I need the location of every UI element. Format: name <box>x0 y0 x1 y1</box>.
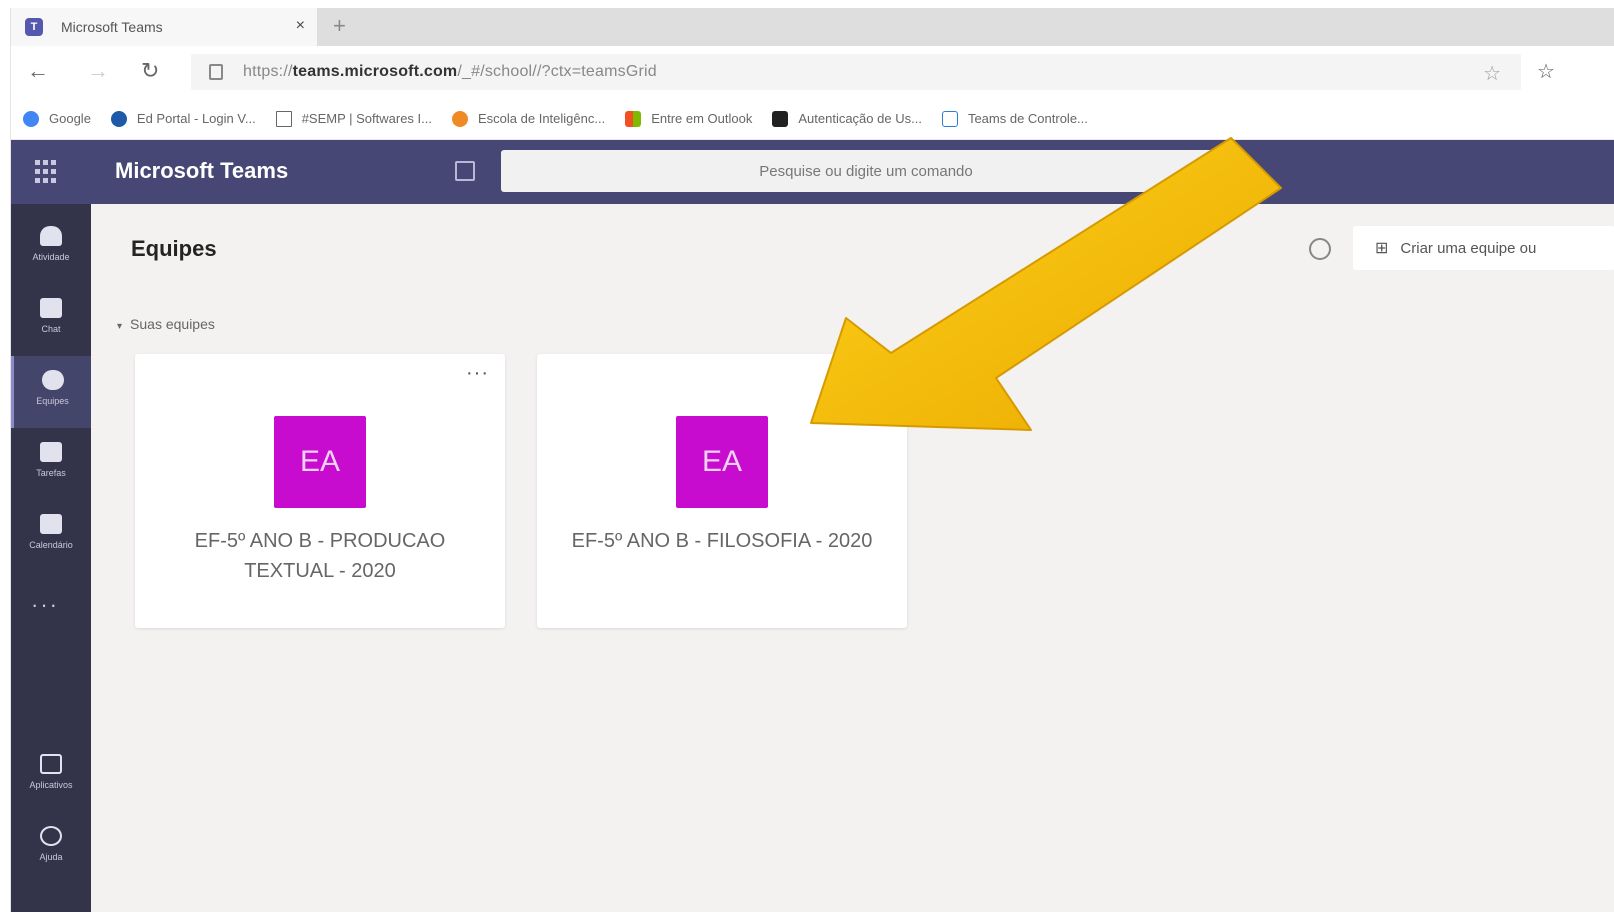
star-icon[interactable]: ☆ <box>1483 61 1501 86</box>
annotation-arrow-icon <box>810 137 1282 431</box>
close-icon[interactable]: × <box>296 17 305 35</box>
microsoft-icon <box>625 110 642 127</box>
page-icon <box>275 110 292 127</box>
portal-icon <box>110 110 127 127</box>
team-card[interactable]: ··· EA EF-5º ANO B - PRODUCAO TEXTUAL - … <box>135 354 505 628</box>
screenshot-frame: T Microsoft Teams × + ← → ↻ https://team… <box>10 8 1614 912</box>
section-your-teams[interactable]: ▾ Suas equipes <box>117 316 215 332</box>
bookmark-escola[interactable]: Escola de Inteligênc... <box>452 110 605 127</box>
more-options-icon[interactable]: ··· <box>466 362 489 385</box>
rail-item-apps[interactable]: Aplicativos <box>11 740 91 812</box>
lock-icon <box>209 64 223 80</box>
new-chat-icon[interactable] <box>455 161 475 181</box>
caret-down-icon: ▾ <box>117 321 123 332</box>
team-avatar: EA <box>274 416 366 508</box>
bookmark-ed-portal[interactable]: Ed Portal - Login V... <box>110 110 256 127</box>
settings-icon[interactable] <box>1309 238 1331 260</box>
bookmark-google[interactable]: Google <box>23 110 91 127</box>
address-bar: ← → ↻ https://teams.microsoft.com/_#/sch… <box>11 46 1614 98</box>
team-name: EF-5º ANO B - FILOSOFIA - 2020 <box>571 530 873 552</box>
teams-icon <box>41 370 64 390</box>
bookmark-outlook[interactable]: Entre em Outlook <box>625 110 752 127</box>
url-input[interactable]: https://teams.microsoft.com/_#/school//?… <box>191 54 1521 90</box>
teams-page-icon <box>941 110 958 127</box>
create-team-button[interactable]: ⊞ Criar uma equipe ou <box>1353 226 1614 270</box>
bookmark-semp[interactable]: #SEMP | Softwares I... <box>275 110 432 127</box>
apps-icon <box>40 754 62 774</box>
auth-icon <box>772 110 789 127</box>
team-avatar: EA <box>676 416 768 508</box>
left-rail: Atividade Chat Equipes Tarefas Calendári… <box>11 204 91 912</box>
add-team-icon: ⊞ <box>1375 240 1389 257</box>
app-launcher-icon[interactable] <box>35 160 59 184</box>
forward-arrow-icon[interactable]: → <box>87 58 109 84</box>
rail-item-help[interactable]: Ajuda <box>11 812 91 884</box>
back-arrow-icon[interactable]: ← <box>27 58 49 84</box>
favorites-icon[interactable]: ☆ <box>1537 59 1555 84</box>
help-icon <box>40 826 62 846</box>
tab-title: Microsoft Teams <box>61 19 163 35</box>
rail-item-activity[interactable]: Atividade <box>11 212 91 284</box>
google-icon <box>23 110 39 127</box>
more-apps-icon[interactable]: ··· <box>31 592 59 618</box>
teams-favicon-icon: T <box>25 18 43 36</box>
bookmark-autenticacao[interactable]: Autenticação de Us... <box>772 110 922 127</box>
page-title: Equipes <box>131 236 217 261</box>
rail-item-teams[interactable]: Equipes <box>11 356 91 428</box>
rail-item-assignments[interactable]: Tarefas <box>11 428 91 500</box>
browser-tabstrip: T Microsoft Teams × + <box>11 8 1614 46</box>
new-tab-icon[interactable]: + <box>333 13 346 39</box>
rail-item-calendar[interactable]: Calendário <box>11 500 91 572</box>
calendar-icon <box>40 514 62 534</box>
orange-dot-icon <box>452 110 468 127</box>
url-text: https://teams.microsoft.com/_#/school//?… <box>243 63 657 80</box>
refresh-icon[interactable]: ↻ <box>141 58 159 84</box>
bookmark-teams-controle[interactable]: Teams de Controle... <box>941 110 1088 127</box>
team-name: EF-5º ANO B - PRODUCAO TEXTUAL - 2020 <box>194 530 446 582</box>
app-title: Microsoft Teams <box>115 158 289 183</box>
rail-item-chat[interactable]: Chat <box>11 284 91 356</box>
assignments-icon <box>40 442 62 462</box>
bell-icon <box>40 226 62 246</box>
chat-icon <box>40 298 62 318</box>
browser-tab[interactable]: T Microsoft Teams × <box>11 8 317 46</box>
